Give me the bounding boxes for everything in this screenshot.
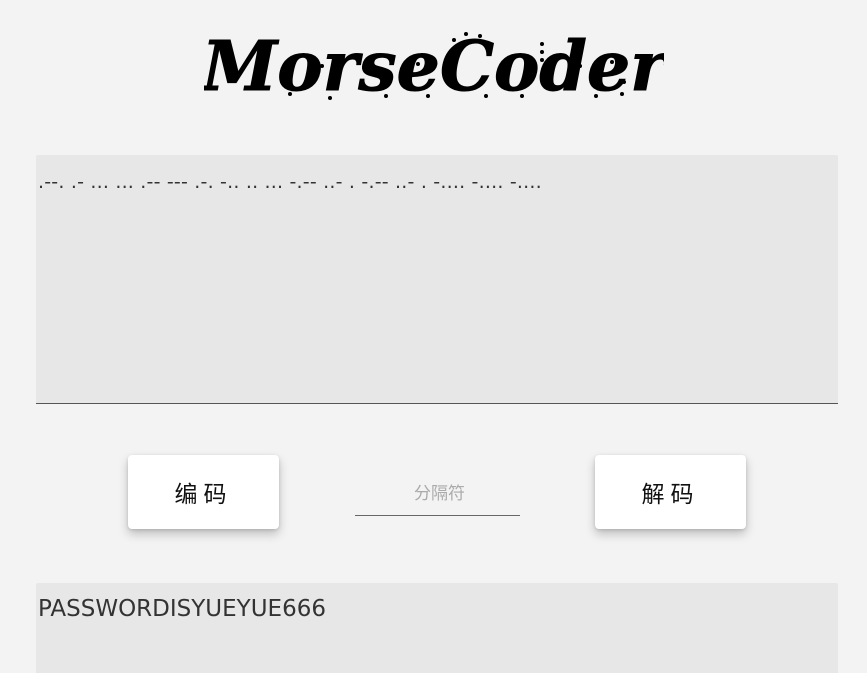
logo-graphic: MorseCoder bbox=[204, 27, 664, 103]
encode-button[interactable]: 编码 bbox=[128, 455, 279, 529]
morse-coder-page: MorseCoder .--. .- ... ... .-- --- .-. -… bbox=[0, 0, 867, 673]
morse-input-text[interactable]: .--. .- ... ... .-- --- .-. -.. .. ... -… bbox=[38, 171, 542, 193]
logo-text: MorseCoder bbox=[204, 27, 664, 102]
separator-field[interactable] bbox=[355, 470, 524, 517]
morse-input-area[interactable]: .--. .- ... ... .-- --- .-. -.. .. ... -… bbox=[36, 155, 838, 404]
separator-input[interactable] bbox=[355, 470, 524, 517]
app-logo: MorseCoder bbox=[0, 22, 867, 103]
decode-button[interactable]: 解码 bbox=[595, 455, 746, 529]
result-output-area[interactable]: PASSWORDISYUEYUE666 bbox=[36, 583, 838, 673]
result-output-text[interactable]: PASSWORDISYUEYUE666 bbox=[38, 596, 326, 622]
